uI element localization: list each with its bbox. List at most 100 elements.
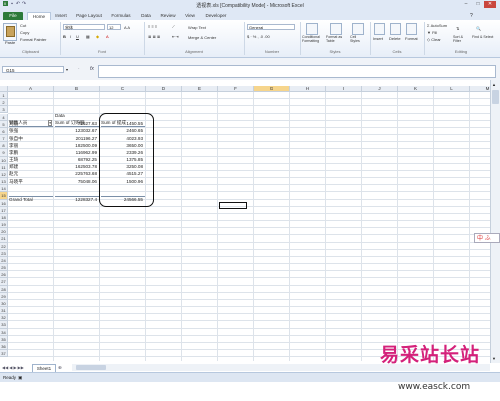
delete-cells-icon[interactable]	[390, 23, 401, 35]
pivot-cell-b[interactable]: 123032.67	[55, 128, 99, 133]
row-header[interactable]: 1	[0, 92, 8, 100]
pivot-cell-name[interactable]: 王琦	[9, 157, 53, 163]
tab-insert[interactable]: Insert	[51, 12, 71, 20]
column-header-f[interactable]: F	[218, 86, 254, 92]
conditional-formatting-icon[interactable]	[306, 23, 318, 35]
row-header[interactable]: 26	[0, 271, 8, 279]
worksheet-grid[interactable]: ABCDEFGHIJKLM 1 2 3 4 5 6 7 8 9 10 11 12 13 14 15 16 17 1…	[0, 86, 490, 361]
grand-total-label[interactable]: Grand Total	[9, 196, 53, 202]
insert-cells-button[interactable]: Insert	[373, 36, 383, 41]
delete-cells-button[interactable]: Delete	[389, 36, 401, 41]
tab-file[interactable]: File	[3, 12, 23, 20]
conditional-formatting-button[interactable]: Conditional Formatting	[302, 35, 322, 43]
column-header-h[interactable]: H	[290, 86, 326, 92]
cancel-entry-icon[interactable]: ·	[78, 66, 80, 72]
tab-data[interactable]: Data	[137, 12, 155, 20]
name-box-dropdown-icon[interactable]: ▾	[66, 67, 68, 72]
column-header-b[interactable]: B	[54, 86, 100, 92]
cell-styles-button[interactable]: Cell Styles	[350, 35, 366, 43]
row-header[interactable]: 24	[0, 256, 8, 265]
grow-font-icon[interactable]: A A	[124, 25, 130, 30]
row-header[interactable]: 35	[0, 335, 8, 343]
column-header-m[interactable]: M	[470, 86, 490, 92]
cell-styles-icon[interactable]	[352, 23, 364, 35]
row-header[interactable]: 28	[0, 285, 8, 293]
column-header-l[interactable]: L	[434, 86, 470, 92]
row-header[interactable]: 25	[0, 264, 8, 272]
row-header[interactable]: 32	[0, 314, 8, 322]
row-header[interactable]: 36	[0, 342, 8, 351]
sort-filter-button[interactable]: Sort & Filter	[453, 35, 469, 43]
grand-total-b[interactable]: 1228327.4	[55, 196, 99, 202]
wrap-text-button[interactable]: Wrap Text	[188, 25, 206, 30]
column-header-a[interactable]: A	[8, 86, 54, 92]
row-header[interactable]: 19	[0, 221, 8, 229]
format-as-table-button[interactable]: Format as Table	[326, 35, 346, 43]
hscroll-thumb[interactable]	[76, 365, 106, 370]
font-color-icon[interactable]: A	[106, 34, 109, 39]
minimize-button[interactable]: –	[460, 1, 472, 8]
row-header[interactable]: 23	[0, 249, 8, 257]
pivot-cell-name[interactable]: 赵元	[9, 171, 53, 177]
row-header[interactable]: 4	[0, 113, 8, 121]
formula-input[interactable]	[98, 65, 496, 78]
row-header[interactable]: 16	[0, 199, 8, 207]
row-header[interactable]: 20	[0, 228, 8, 236]
scroll-up-icon[interactable]: ▲	[492, 82, 496, 87]
align-top-icon[interactable]: ≡ ≡ ≡	[148, 24, 157, 29]
row-header[interactable]: 15	[0, 192, 8, 200]
column-header-k[interactable]: K	[398, 86, 434, 92]
row-header[interactable]: 34	[0, 328, 8, 336]
tab-formulas[interactable]: Formulas	[107, 12, 135, 20]
row-header[interactable]: 27	[0, 278, 8, 286]
row-header[interactable]: 9	[0, 149, 8, 157]
macro-record-icon[interactable]: ▣	[18, 373, 22, 382]
row-header[interactable]: 13	[0, 178, 8, 186]
name-box[interactable]: G15	[2, 66, 64, 73]
number-format-select[interactable]: General	[247, 24, 295, 30]
copy-button[interactable]: Copy	[20, 30, 29, 35]
insert-function-icon[interactable]: fx	[90, 66, 94, 72]
pivot-cell-name[interactable]: 李鹏	[9, 150, 53, 156]
row-header[interactable]: 21	[0, 235, 8, 243]
clear-button[interactable]: ◇ Clear	[427, 37, 441, 42]
row-header[interactable]: 30	[0, 299, 8, 308]
tab-page-layout[interactable]: Page Layout	[73, 12, 105, 20]
cut-button[interactable]: Cut	[20, 23, 26, 28]
format-painter-button[interactable]: Format Painter	[20, 37, 46, 42]
pivot-cell-b[interactable]: 116962.99	[55, 150, 99, 155]
row-header[interactable]: 5	[0, 120, 8, 128]
row-header[interactable]: 10	[0, 156, 8, 164]
format-table-icon[interactable]	[330, 23, 342, 35]
fill-button[interactable]: ▼ Fill	[427, 30, 437, 35]
row-header[interactable]: 6	[0, 127, 8, 135]
row-header[interactable]: 31	[0, 307, 8, 315]
row-header[interactable]: 3	[0, 106, 8, 114]
close-button[interactable]: ✕	[484, 1, 496, 8]
font-size-select[interactable]: 12	[107, 24, 121, 30]
maximize-button[interactable]: □	[472, 1, 484, 8]
row-header[interactable]: 7	[0, 135, 8, 143]
pivot-cell-b[interactable]: 182500.09	[55, 143, 99, 148]
fill-color-icon[interactable]: ◆	[96, 34, 99, 39]
pivot-cell-b[interactable]: 72527.63	[55, 121, 99, 126]
format-cells-button[interactable]: Format	[405, 36, 418, 41]
align-left-icon[interactable]: ≣ ≣ ≣	[148, 34, 160, 39]
tab-review[interactable]: Review	[157, 12, 179, 20]
row-header[interactable]: 18	[0, 213, 8, 222]
pivot-data-header[interactable]: Data	[55, 113, 65, 118]
row-header[interactable]: 22	[0, 242, 8, 250]
find-select-icon[interactable]: 🔍	[476, 26, 481, 31]
vertical-scrollbar[interactable]: ▲ ▼	[490, 80, 500, 363]
column-header-c[interactable]: C	[100, 86, 146, 92]
underline-button[interactable]: U	[76, 34, 79, 39]
pivot-cell-b[interactable]: 225763.68	[55, 171, 99, 176]
pivot-cell-name[interactable]: 张自中	[9, 136, 53, 142]
column-header-e[interactable]: E	[182, 86, 218, 92]
row-header[interactable]: 33	[0, 321, 8, 329]
pivot-cell-name[interactable]: 张强	[9, 128, 53, 134]
row-header[interactable]: 12	[0, 170, 8, 179]
row-header[interactable]: 17	[0, 206, 8, 214]
insert-cells-icon[interactable]	[374, 23, 385, 35]
row-header[interactable]: 29	[0, 292, 8, 300]
